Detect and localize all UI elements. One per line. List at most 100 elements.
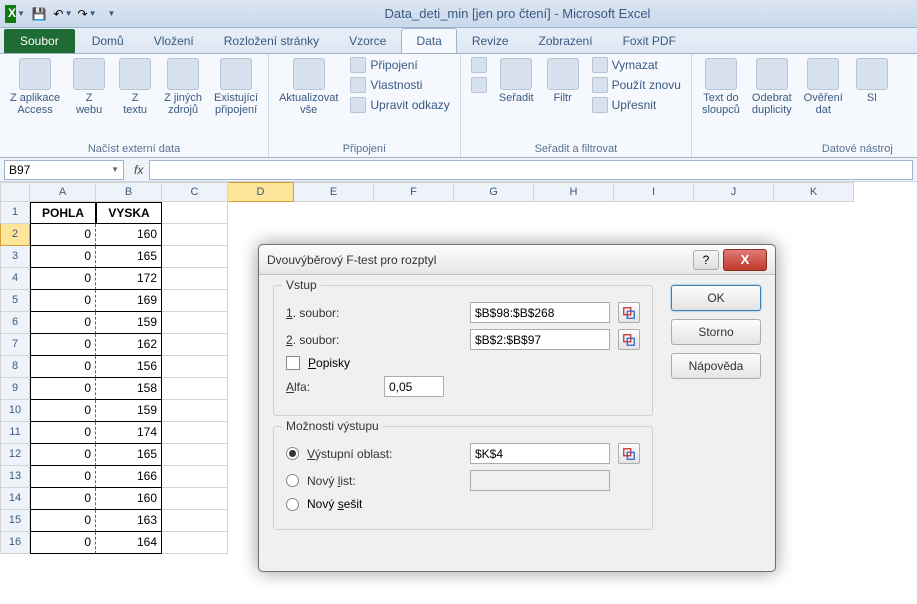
row-header[interactable]: 12: [0, 444, 30, 466]
cell[interactable]: 156: [96, 356, 162, 378]
btn-from-other[interactable]: Z jinýchzdrojů: [160, 56, 206, 118]
ok-button[interactable]: OK: [671, 285, 761, 311]
col-header-a[interactable]: A: [30, 182, 96, 202]
fx-icon[interactable]: fx: [128, 163, 149, 177]
cancel-button[interactable]: Storno: [671, 319, 761, 345]
btn-clear[interactable]: Vymazat: [588, 56, 685, 74]
row-header[interactable]: 5: [0, 290, 30, 312]
tab-foxit[interactable]: Foxit PDF: [608, 28, 691, 53]
cell[interactable]: [162, 334, 228, 356]
col-header-k[interactable]: K: [774, 182, 854, 202]
row-header[interactable]: 15: [0, 510, 30, 532]
btn-remove-duplicates[interactable]: Odebratduplicity: [748, 56, 796, 118]
cell[interactable]: 0: [30, 334, 96, 356]
cell[interactable]: 165: [96, 246, 162, 268]
cell[interactable]: [162, 290, 228, 312]
btn-reapply[interactable]: Použít znovu: [588, 76, 685, 94]
row-header[interactable]: 9: [0, 378, 30, 400]
cell[interactable]: [162, 488, 228, 510]
btn-sort[interactable]: Seřadit: [495, 56, 538, 106]
cell[interactable]: [162, 224, 228, 246]
tab-view[interactable]: Zobrazení: [524, 28, 608, 53]
cell[interactable]: 0: [30, 532, 96, 554]
cell[interactable]: 169: [96, 290, 162, 312]
btn-consolidate[interactable]: Sl: [851, 56, 893, 106]
col-header-e[interactable]: E: [294, 182, 374, 202]
btn-sort-asc[interactable]: [467, 56, 491, 74]
cell[interactable]: 172: [96, 268, 162, 290]
input-range2[interactable]: [470, 329, 610, 350]
input-new-sheet[interactable]: [470, 470, 610, 491]
btn-refresh-all[interactable]: Aktualizovatvše: [275, 56, 342, 118]
cell[interactable]: 158: [96, 378, 162, 400]
btn-advanced[interactable]: Upřesnit: [588, 96, 685, 114]
col-header-i[interactable]: I: [614, 182, 694, 202]
cell[interactable]: [162, 510, 228, 532]
cell[interactable]: 165: [96, 444, 162, 466]
cell[interactable]: [162, 356, 228, 378]
cell[interactable]: 0: [30, 378, 96, 400]
cell[interactable]: [162, 532, 228, 554]
col-header-j[interactable]: J: [694, 182, 774, 202]
col-header-d[interactable]: D: [228, 182, 294, 202]
tab-review[interactable]: Revize: [457, 28, 524, 53]
range-picker-icon[interactable]: [618, 443, 640, 464]
dialog-titlebar[interactable]: Dvouvýběrový F-test pro rozptyl ? X: [259, 245, 775, 275]
cell[interactable]: [162, 378, 228, 400]
cell[interactable]: 0: [30, 312, 96, 334]
cell[interactable]: 166: [96, 466, 162, 488]
col-header-b[interactable]: B: [96, 182, 162, 202]
qat-save-icon[interactable]: 💾: [28, 3, 50, 25]
cell[interactable]: 159: [96, 400, 162, 422]
radio-new-workbook[interactable]: [286, 498, 299, 511]
row-header[interactable]: 10: [0, 400, 30, 422]
select-all-corner[interactable]: [0, 182, 30, 202]
row-header[interactable]: 16: [0, 532, 30, 554]
row-header[interactable]: 13: [0, 466, 30, 488]
row-header[interactable]: 14: [0, 488, 30, 510]
col-header-f[interactable]: F: [374, 182, 454, 202]
btn-from-access[interactable]: Z aplikaceAccess: [6, 56, 64, 118]
cell[interactable]: 162: [96, 334, 162, 356]
cell[interactable]: [162, 202, 228, 224]
tab-file[interactable]: Soubor: [4, 29, 75, 53]
chevron-down-icon[interactable]: ▼: [111, 165, 119, 174]
range-picker-icon[interactable]: [618, 302, 640, 323]
row-header[interactable]: 11: [0, 422, 30, 444]
cell[interactable]: 0: [30, 224, 96, 246]
cell[interactable]: 0: [30, 510, 96, 532]
tab-data[interactable]: Data: [401, 28, 456, 53]
cell[interactable]: 163: [96, 510, 162, 532]
cell[interactable]: [162, 466, 228, 488]
btn-from-text[interactable]: Ztextu: [114, 56, 156, 118]
btn-from-web[interactable]: Zwebu: [68, 56, 110, 118]
btn-connections[interactable]: Připojení: [346, 56, 453, 74]
btn-properties[interactable]: Vlastnosti: [346, 76, 453, 94]
radio-output-range[interactable]: [286, 447, 299, 460]
col-header-g[interactable]: G: [454, 182, 534, 202]
col-header-h[interactable]: H: [534, 182, 614, 202]
tab-insert[interactable]: Vložení: [139, 28, 209, 53]
cell[interactable]: 0: [30, 400, 96, 422]
input-range1[interactable]: [470, 302, 610, 323]
input-alfa[interactable]: [384, 376, 444, 397]
dialog-help-icon[interactable]: ?: [693, 250, 719, 270]
btn-existing-conn[interactable]: Existujícípřipojení: [210, 56, 262, 118]
cell[interactable]: 0: [30, 488, 96, 510]
help-button[interactable]: Nápověda: [671, 353, 761, 379]
cell[interactable]: POHLA: [30, 202, 96, 224]
tab-home[interactable]: Domů: [77, 28, 139, 53]
row-header[interactable]: 2: [0, 224, 30, 246]
cell[interactable]: VYSKA: [96, 202, 162, 224]
radio-new-sheet[interactable]: [286, 474, 299, 487]
checkbox-labels[interactable]: [286, 356, 300, 370]
cell[interactable]: 0: [30, 444, 96, 466]
tab-layout[interactable]: Rozložení stránky: [209, 28, 334, 53]
btn-text-to-columns[interactable]: Text dosloupců: [698, 56, 744, 118]
cell[interactable]: [162, 312, 228, 334]
col-header-c[interactable]: C: [162, 182, 228, 202]
qat-customize-icon[interactable]: ▼: [100, 3, 122, 25]
cell[interactable]: 160: [96, 488, 162, 510]
btn-data-validation[interactable]: Ověřenídat: [800, 56, 847, 118]
cell[interactable]: [162, 400, 228, 422]
